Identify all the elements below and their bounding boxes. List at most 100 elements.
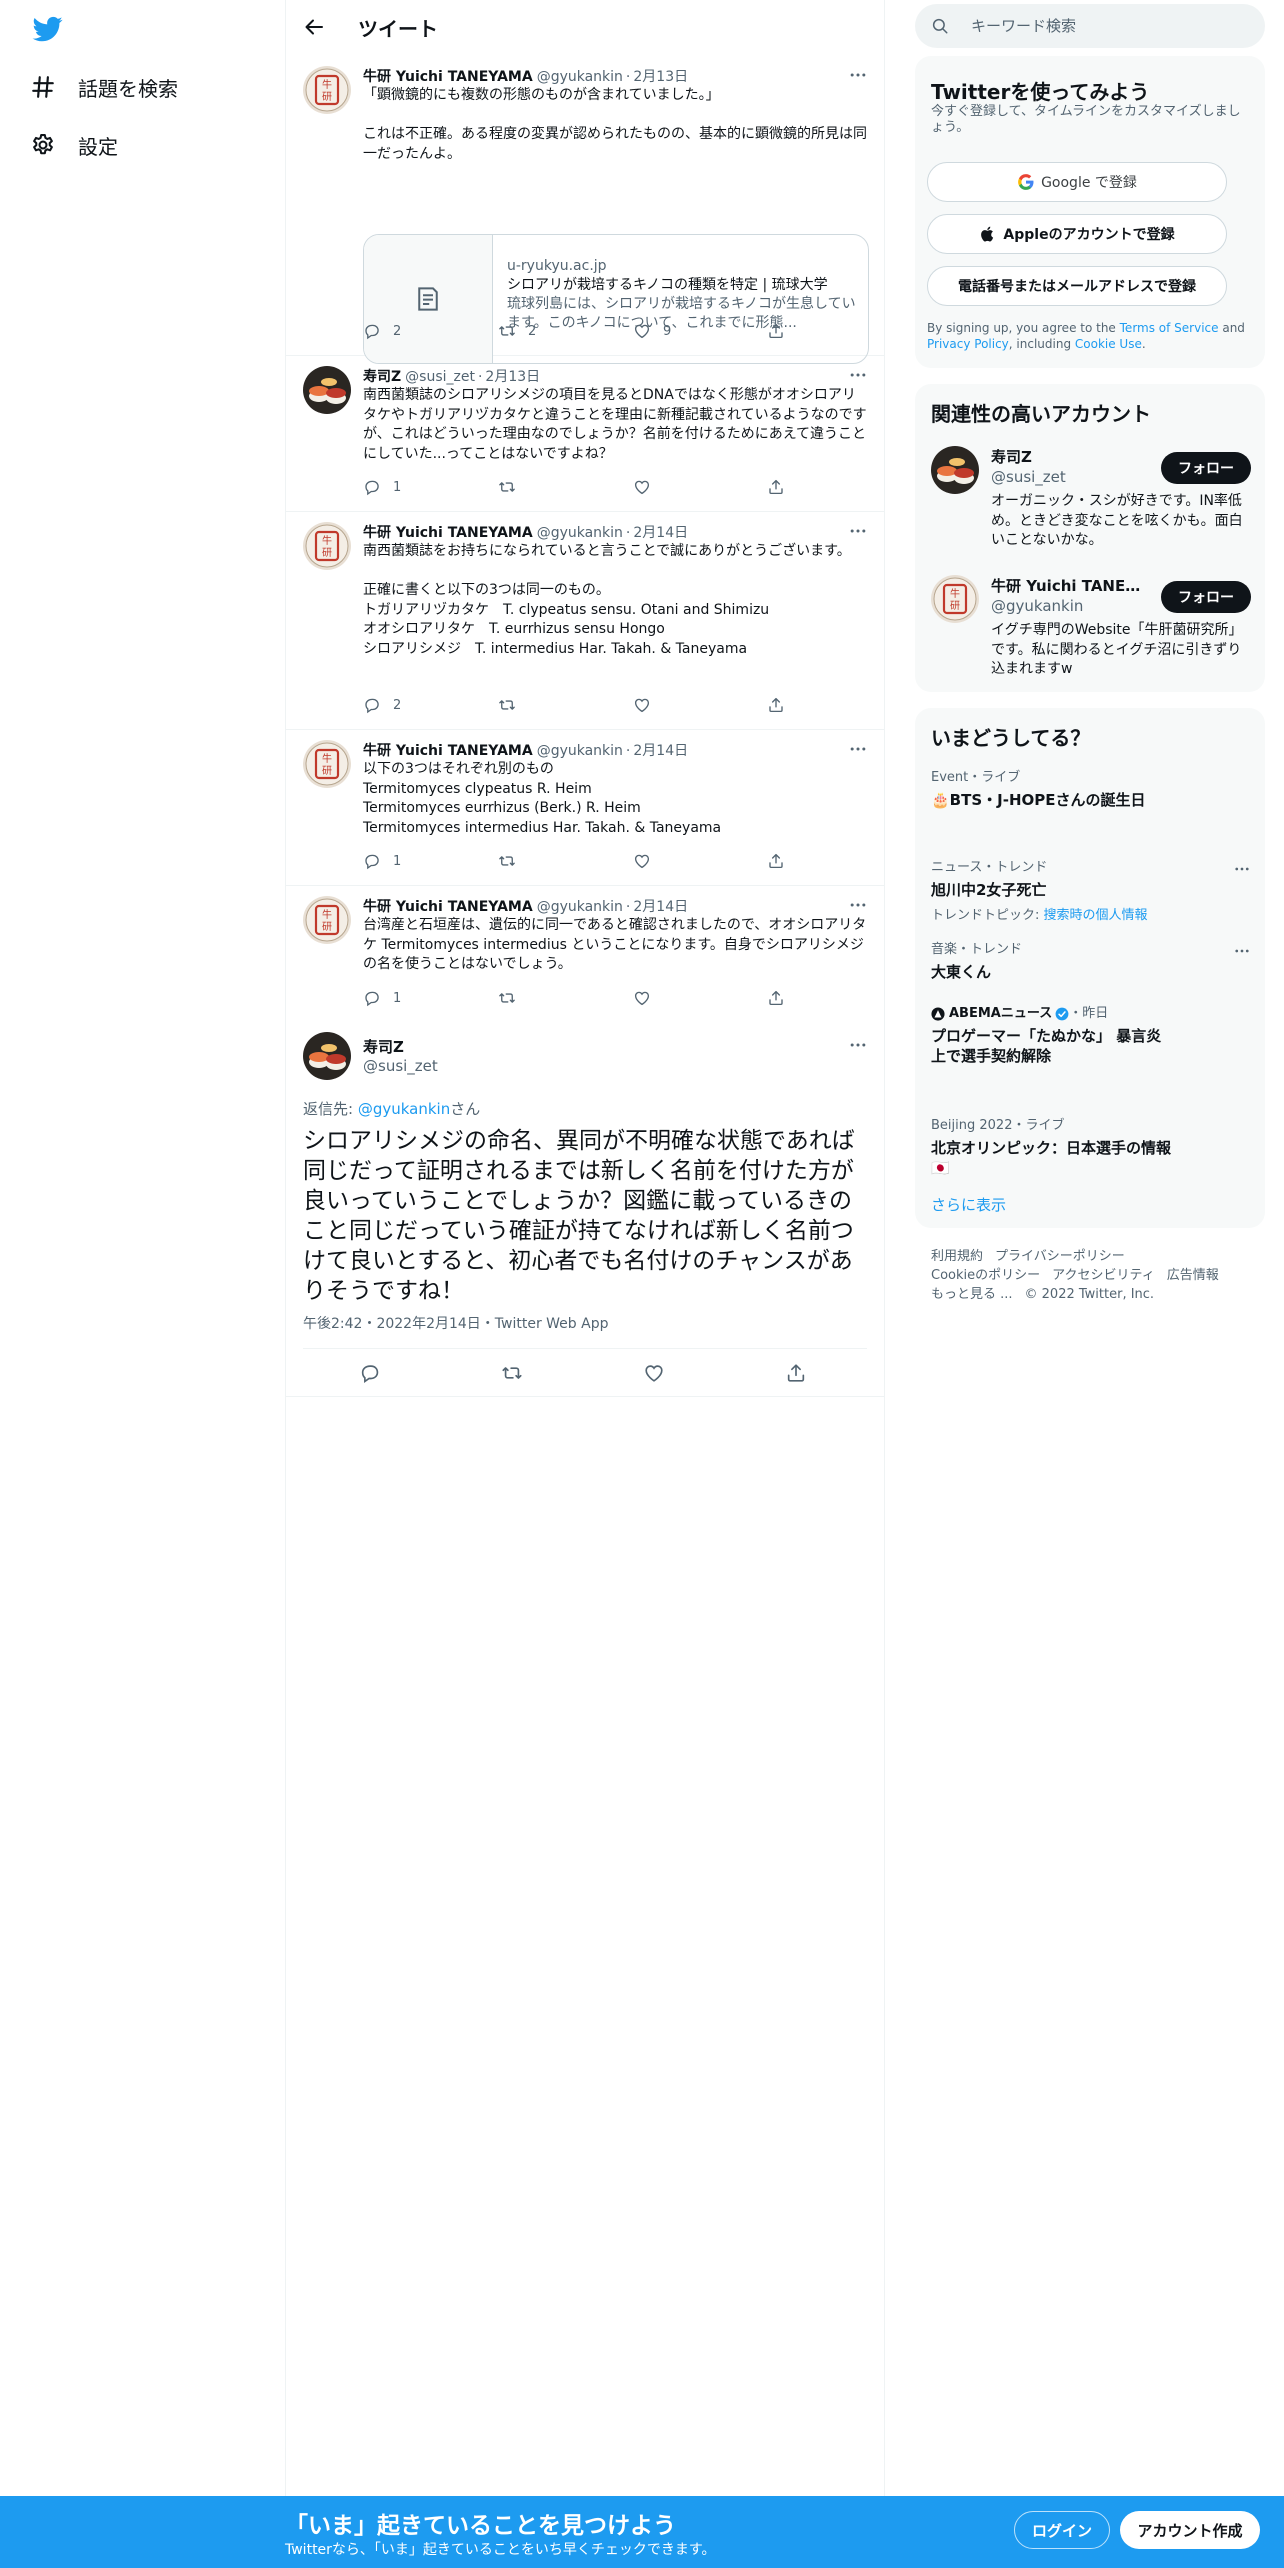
retweet-button[interactable] xyxy=(498,696,516,714)
focus-avatar[interactable] xyxy=(303,1032,351,1080)
more-icon[interactable] xyxy=(848,739,868,759)
google-signup-button[interactable]: Google で登録 xyxy=(927,162,1227,202)
retweet-button[interactable]: 2 xyxy=(498,322,536,340)
tweet-author-name[interactable]: 寿司Z xyxy=(363,366,401,386)
search-box[interactable] xyxy=(915,4,1265,48)
footer-link[interactable]: Cookieのポリシー xyxy=(931,1268,1040,1283)
tweet[interactable]: 牛研 Yuichi TANEYAMA @gyukankin · 2月14日 南西… xyxy=(286,512,884,730)
tweet-author-handle[interactable]: @gyukankin xyxy=(537,743,623,759)
trend-item[interactable]: ニュース・トレンド 旭川中2女子死亡 トレンドトピック: 搜索時の個人情報 xyxy=(931,860,1251,923)
trend-item[interactable]: Event・ライブ 🎂BTS・J-HOPEさんの誕生日 xyxy=(931,770,1251,810)
avatar[interactable] xyxy=(931,446,979,494)
retweet-button[interactable] xyxy=(501,1362,523,1384)
like-button[interactable]: 9 xyxy=(633,322,671,340)
tweet[interactable]: 寿司Z @susi_zet · 2月13日 南西菌類誌のシロアリシメジの項目を見… xyxy=(286,356,884,512)
tweet-date[interactable]: 2月13日 xyxy=(485,366,540,386)
trend-item[interactable]: Beijing 2022・ライブ 北京オリンピック：日本選手の情報 🇯🇵 xyxy=(931,1118,1251,1178)
share-button[interactable] xyxy=(785,1362,807,1384)
avatar[interactable] xyxy=(303,522,351,570)
tweet-author-handle[interactable]: @gyukankin xyxy=(537,69,623,85)
retweet-button[interactable] xyxy=(498,989,516,1007)
account-name[interactable]: 牛研 Yuichi TANEYAMA xyxy=(991,575,1141,596)
avatar[interactable] xyxy=(303,896,351,944)
more-icon[interactable] xyxy=(848,1035,868,1055)
tweet-author-name[interactable]: 牛研 Yuichi TANEYAMA xyxy=(363,66,533,86)
like-button[interactable] xyxy=(633,852,651,870)
tweet[interactable]: 牛研 Yuichi TANEYAMA @gyukankin · 2月14日 以下… xyxy=(286,730,884,886)
share-button[interactable] xyxy=(767,478,785,496)
share-button[interactable] xyxy=(767,322,785,340)
trend-item[interactable]: 音楽・トレンド 大東くん xyxy=(931,942,1251,982)
tweet-author-name[interactable]: 牛研 Yuichi TANEYAMA xyxy=(363,740,533,760)
tweet-author-name[interactable]: 牛研 Yuichi TANEYAMA xyxy=(363,896,533,916)
account-name[interactable]: 寿司Z xyxy=(991,446,1141,467)
account-handle[interactable]: @susi_zet xyxy=(991,468,1066,486)
like-button[interactable] xyxy=(633,989,651,1007)
focus-author-name[interactable]: 寿司Z xyxy=(363,1036,404,1057)
reply-button[interactable]: 1 xyxy=(363,478,401,496)
nav-settings[interactable]: 設定 xyxy=(30,123,118,167)
footer-link[interactable]: もっと見る ... xyxy=(931,1287,1013,1302)
footer-link[interactable]: 利用規約 xyxy=(931,1249,983,1264)
share-button[interactable] xyxy=(767,989,785,1007)
cookie-use-link[interactable]: Cookie Use xyxy=(1075,337,1142,351)
like-button[interactable] xyxy=(643,1362,665,1384)
avatar[interactable] xyxy=(303,740,351,788)
focus-author-handle[interactable]: @susi_zet xyxy=(363,1057,438,1075)
footer-link[interactable]: 広告情報 xyxy=(1167,1268,1219,1283)
focus-tweet-meta[interactable]: 午後2:42・2022年2月14日・Twitter Web App xyxy=(303,1313,608,1333)
more-icon[interactable] xyxy=(848,521,868,541)
back-arrow-icon[interactable] xyxy=(302,15,326,39)
avatar[interactable] xyxy=(931,575,979,623)
footer-link[interactable]: アクセシビリティ xyxy=(1052,1268,1155,1283)
account-card[interactable]: 牛研 Yuichi TANEYAMA @gyukankin イグチ専門のWebs… xyxy=(931,575,1251,683)
terms-of-service-link[interactable]: Terms of Service xyxy=(1120,321,1219,335)
avatar[interactable] xyxy=(303,66,351,114)
retweet-button[interactable] xyxy=(498,478,516,496)
more-icon[interactable] xyxy=(1233,942,1251,960)
privacy-policy-link[interactable]: Privacy Policy xyxy=(927,337,1009,351)
twitter-bird-icon[interactable] xyxy=(31,14,65,44)
tweet-author-handle[interactable]: @susi_zet xyxy=(405,369,475,385)
like-button[interactable] xyxy=(633,696,651,714)
account-handle[interactable]: @gyukankin xyxy=(991,597,1083,615)
link-card[interactable]: u-ryukyu.ac.jp シロアリが栽培するキノコの種類を特定 | 琉球大学… xyxy=(363,234,869,364)
tweet-author-name[interactable]: 牛研 Yuichi TANEYAMA xyxy=(363,522,533,542)
reply-button[interactable]: 2 xyxy=(363,322,401,340)
show-more-link[interactable]: さらに表示 xyxy=(931,1194,1006,1215)
account-card[interactable]: 寿司Z @susi_zet オーガニック・スシが好きです。IN率低め。ときどき変… xyxy=(931,446,1251,562)
search-input[interactable] xyxy=(971,4,1251,48)
tweet-date[interactable]: 2月14日 xyxy=(633,896,688,916)
reply-to-mention[interactable]: @gyukankin xyxy=(358,1100,450,1118)
tweet-author-handle[interactable]: @gyukankin xyxy=(537,899,623,915)
more-icon[interactable] xyxy=(848,65,868,85)
share-button[interactable] xyxy=(767,696,785,714)
tweet[interactable]: 牛研 Yuichi TANEYAMA @gyukankin · 2月14日 台湾… xyxy=(286,886,884,1022)
signup-button[interactable]: アカウント作成 xyxy=(1120,2511,1260,2549)
reply-button[interactable]: 1 xyxy=(363,989,401,1007)
more-icon[interactable] xyxy=(848,895,868,915)
retweet-button[interactable] xyxy=(498,852,516,870)
follow-button[interactable]: フォロー xyxy=(1161,581,1251,613)
tweet-date[interactable]: 2月13日 xyxy=(633,66,688,86)
reply-button[interactable] xyxy=(359,1362,381,1384)
like-button[interactable] xyxy=(633,478,651,496)
tweet[interactable]: 牛研 Yuichi TANEYAMA @gyukankin · 2月13日 「顕… xyxy=(286,54,884,364)
avatar[interactable] xyxy=(303,366,351,414)
apple-signup-button[interactable]: Appleのアカウントで登録 xyxy=(927,214,1227,254)
share-button[interactable] xyxy=(767,852,785,870)
follow-button[interactable]: フォロー xyxy=(1161,452,1251,484)
tweet-author-handle[interactable]: @gyukankin xyxy=(537,525,623,541)
more-icon[interactable] xyxy=(848,365,868,385)
tweet-date[interactable]: 2月14日 xyxy=(633,740,688,760)
more-icon[interactable] xyxy=(1233,860,1251,878)
login-button[interactable]: ログイン xyxy=(1014,2511,1110,2549)
nav-explore[interactable]: 話題を検索 xyxy=(30,65,178,109)
trend-item[interactable]: ABEMAニュース ・昨日 プロゲーマー「たぬかな」 暴言炎上で選手契約解除 xyxy=(931,1006,1251,1066)
footer-link[interactable]: プライバシーポリシー xyxy=(995,1249,1125,1264)
tweet-date[interactable]: 2月14日 xyxy=(633,522,688,542)
reply-button[interactable]: 1 xyxy=(363,852,401,870)
phone-email-signup-button[interactable]: 電話番号またはメールアドレスで登録 xyxy=(927,266,1227,306)
trend-topic-link[interactable]: 搜索時の個人情報 xyxy=(1044,908,1148,923)
reply-button[interactable]: 2 xyxy=(363,696,401,714)
